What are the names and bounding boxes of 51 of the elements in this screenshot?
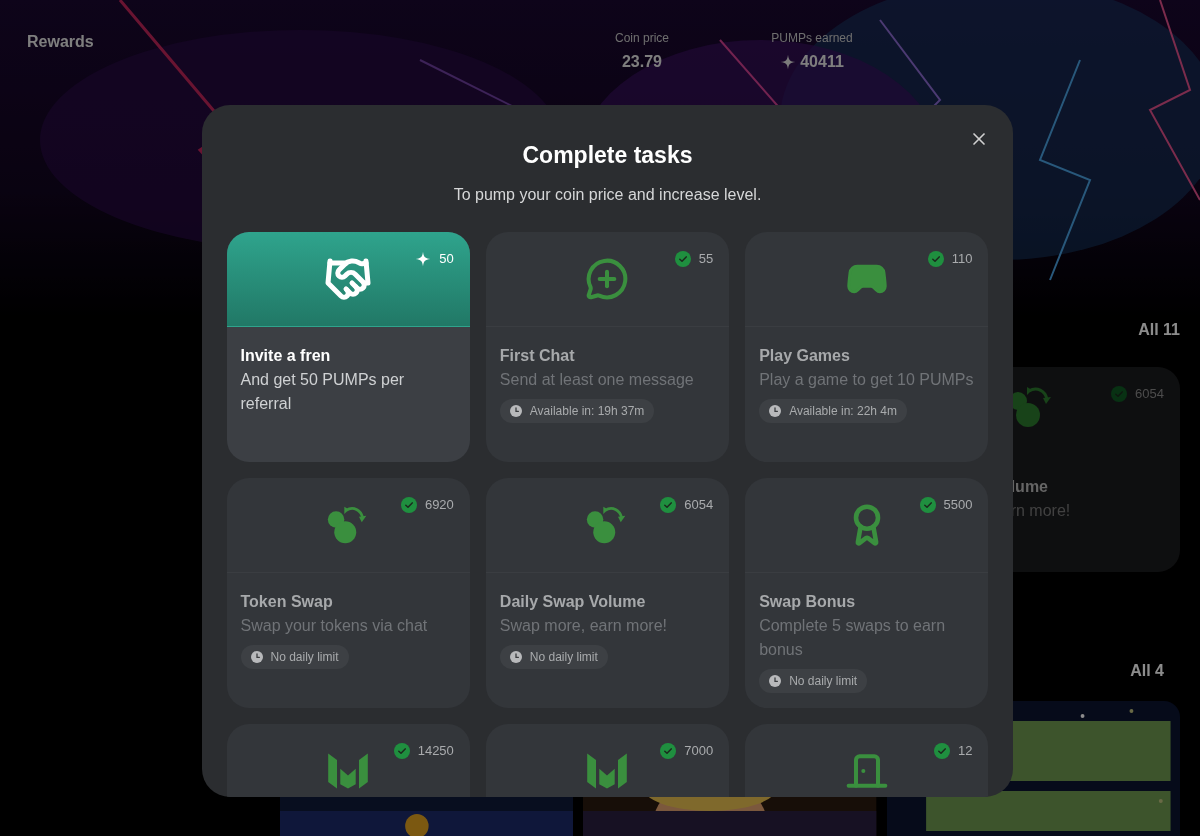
page-title: Rewards bbox=[27, 32, 95, 52]
task-card[interactable]: 12 bbox=[745, 724, 989, 797]
task-title: Swap Bonus bbox=[759, 592, 856, 612]
availability-text: No daily limit bbox=[529, 649, 598, 665]
availability-text: Available in: 19h 37m bbox=[529, 403, 645, 419]
modal-title: Complete tasks bbox=[522, 141, 693, 170]
clock-icon bbox=[250, 651, 263, 663]
reward-points: 6920 bbox=[424, 496, 454, 514]
task-card[interactable]: 50 Invite a fren And get 50 PUMPs per referral bbox=[226, 232, 470, 462]
availability-text: No daily limit bbox=[789, 673, 858, 689]
task-title: Daily Swap Volume bbox=[499, 592, 646, 612]
task-description: And get 50 PUMPs per referral bbox=[240, 370, 406, 414]
see-all-link[interactable]: All 4 bbox=[1130, 659, 1164, 699]
stat-value: 23.79 bbox=[621, 52, 662, 72]
task-card[interactable]: 7000 bbox=[485, 724, 730, 797]
reward-points: 55 bbox=[698, 250, 714, 268]
task-card[interactable]: 5500 Swap Bonus Complete 5 swaps to earn bonus No daily limit bbox=[745, 478, 989, 708]
task-title: Play Games bbox=[759, 346, 850, 366]
see-all-link[interactable]: All 11 bbox=[1138, 318, 1180, 358]
reward-points: 14250 bbox=[417, 742, 454, 760]
task-card[interactable]: 110 Play Games Play a game to get 10 PUMPs Available in: 22h 4m bbox=[745, 232, 989, 462]
chat-plus-icon bbox=[585, 257, 630, 301]
task-card[interactable]: 14250 bbox=[226, 724, 470, 797]
clock-icon bbox=[769, 675, 782, 687]
clock-icon bbox=[769, 405, 782, 417]
availability-text: No daily limit bbox=[270, 649, 339, 665]
clock-icon bbox=[509, 405, 522, 417]
check-icon bbox=[1111, 385, 1128, 402]
stat-label: Coin price bbox=[615, 30, 669, 46]
clock-icon bbox=[509, 651, 522, 663]
task-title: First Chat bbox=[499, 346, 575, 366]
modal-subtitle: To pump your coin price and increase level. bbox=[453, 185, 762, 205]
stat-label: PUMPs earned bbox=[771, 30, 853, 46]
task-card[interactable]: 6920 Token Swap Swap your tokens via chat No daily limit bbox=[226, 478, 470, 708]
reward-points: 110 bbox=[951, 250, 973, 268]
task-title: Invite a fren bbox=[240, 346, 331, 366]
task-description: Swap your tokens via chat bbox=[240, 616, 428, 636]
task-card[interactable]: 55 First Chat Send at least one message Available in: 19h 37m bbox=[485, 232, 730, 462]
reward-points: 6054 bbox=[684, 496, 714, 514]
reward-points: 5500 bbox=[943, 496, 973, 514]
stat-value: 40411 bbox=[800, 52, 844, 72]
handshake-icon bbox=[324, 255, 373, 303]
task-description: Swap more, earn more! bbox=[499, 616, 667, 636]
task-description: Send at least one message bbox=[499, 370, 694, 390]
reward-points: 50 bbox=[439, 250, 454, 268]
task-description: Complete 5 swaps to earn bonus bbox=[759, 616, 947, 660]
reward-points: 12 bbox=[958, 742, 973, 760]
task-title: Token Swap bbox=[240, 592, 333, 612]
task-card[interactable]: 6054 Daily Swap Volume Swap more, earn more! No daily limit bbox=[485, 478, 730, 708]
reward-points: 7000 bbox=[684, 742, 714, 760]
reward-points: 6054 bbox=[1135, 385, 1164, 403]
